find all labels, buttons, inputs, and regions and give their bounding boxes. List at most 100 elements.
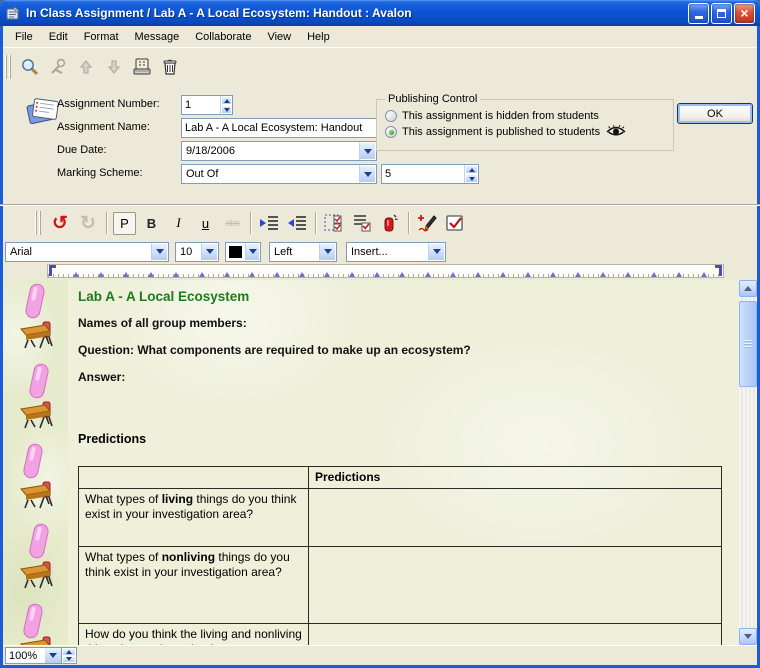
titlebar[interactable]: In Class Assignment / Lab A - A Local Ec…	[0, 0, 760, 26]
marking-out-of-spinner[interactable]	[381, 164, 479, 184]
bold-button[interactable]: B	[140, 212, 163, 235]
question-text: What types of	[85, 492, 162, 506]
underline-button[interactable]: u	[194, 212, 217, 235]
delete-button[interactable]	[158, 55, 182, 79]
scroll-up-icon[interactable]	[739, 280, 757, 297]
editor-toolbar-grip[interactable]	[35, 211, 42, 235]
menu-format[interactable]: Format	[76, 28, 127, 46]
assignment-name-field[interactable]	[181, 118, 377, 138]
magnifier-icon	[20, 57, 40, 77]
text-color-combo[interactable]	[225, 242, 261, 262]
table-question-cell[interactable]: What types of living things do you think…	[79, 489, 309, 547]
zoom-spin-buttons[interactable]	[62, 647, 77, 664]
move-up-button-disabled[interactable]	[74, 55, 98, 79]
toolbar-grip[interactable]	[5, 55, 12, 79]
ruler[interactable]	[3, 263, 757, 280]
window-title: In Class Assignment / Lab A - A Local Ec…	[26, 6, 686, 20]
annotate-button[interactable]	[415, 211, 439, 235]
right-margin-marker[interactable]	[715, 265, 722, 276]
menu-help[interactable]: Help	[299, 28, 338, 46]
close-icon: ×	[740, 6, 748, 20]
table-answer-cell[interactable]	[309, 489, 722, 547]
marking-out-of-input[interactable]	[382, 165, 464, 183]
assignment-name-input[interactable]	[182, 119, 376, 137]
move-down-button-disabled[interactable]	[102, 55, 126, 79]
menu-collaborate[interactable]: Collaborate	[187, 28, 259, 46]
redo-button-disabled[interactable]: ↻	[76, 211, 100, 235]
handout-page[interactable]: Lab A - A Local Ecosystem Names of all g…	[68, 280, 739, 645]
table-answer-cell[interactable]	[309, 547, 722, 624]
underline-label: u	[202, 216, 209, 231]
scroll-down-icon[interactable]	[739, 628, 757, 645]
insert-answer-area-button[interactable]	[322, 211, 346, 235]
font-family-combo[interactable]: Arial	[5, 242, 169, 262]
zoom-control[interactable]: 100%	[5, 647, 77, 664]
left-margin-marker[interactable]	[49, 265, 56, 276]
maximize-button[interactable]	[711, 3, 732, 24]
undo-button[interactable]: ↺	[48, 211, 72, 235]
table-header-predictions[interactable]: Predictions	[309, 467, 722, 489]
ok-button[interactable]: OK	[677, 103, 753, 124]
insert-combo[interactable]: Insert...	[346, 242, 446, 262]
font-size-dropdown-icon[interactable]	[201, 243, 218, 261]
spin-up-icon[interactable]	[62, 648, 76, 656]
menu-edit[interactable]: Edit	[41, 28, 76, 46]
table-question-cell[interactable]: What types of nonliving things do you th…	[79, 547, 309, 624]
spin-down-icon[interactable]	[465, 174, 478, 183]
radio-selected-icon[interactable]	[385, 126, 397, 138]
edit-button-disabled[interactable]	[46, 55, 70, 79]
handout-paragraph: Answer:	[78, 370, 125, 384]
alignment-combo[interactable]: Left	[269, 242, 337, 262]
text-color-dropdown-icon[interactable]	[245, 243, 260, 261]
paragraph-style-button[interactable]: P	[113, 212, 136, 235]
font-size-combo[interactable]: 10	[175, 242, 219, 262]
italic-button[interactable]: I	[167, 212, 190, 235]
spin-up-icon[interactable]	[221, 96, 232, 105]
handout-paragraph: Names of all group members:	[78, 316, 247, 330]
table-header-empty[interactable]	[79, 467, 309, 489]
eye-icon	[606, 125, 626, 138]
question-text: How do you think the living and nonlivin…	[85, 627, 302, 645]
strikethrough-button-disabled[interactable]: abc	[221, 212, 244, 235]
alignment-dropdown-icon[interactable]	[319, 243, 336, 261]
menu-message[interactable]: Message	[127, 28, 188, 46]
close-button[interactable]: ×	[734, 3, 755, 24]
due-date-combo[interactable]: 9/18/2006	[181, 141, 377, 161]
font-family-dropdown-icon[interactable]	[151, 243, 168, 261]
menu-bar: File Edit Format Message Collaborate Vie…	[3, 26, 757, 47]
text-color-swatch	[229, 246, 242, 258]
insert-multiple-choice-button[interactable]	[350, 211, 374, 235]
menu-view[interactable]: View	[259, 28, 299, 46]
spell-check-button[interactable]	[443, 211, 467, 235]
record-response-button[interactable]	[378, 211, 402, 235]
insert-dropdown-icon[interactable]	[428, 243, 445, 261]
assignment-number-spinner[interactable]	[181, 95, 233, 115]
scrollbar-thumb[interactable]	[739, 301, 757, 387]
table-question-cell[interactable]: How do you think the living and nonlivin…	[79, 624, 309, 646]
insert-value: Insert...	[347, 246, 392, 258]
table-answer-cell[interactable]	[309, 624, 722, 646]
publishing-option-published[interactable]: This assignment is published to students	[385, 125, 665, 138]
indent-button[interactable]	[257, 211, 281, 235]
assignment-number-spin-buttons[interactable]	[220, 96, 232, 114]
radio-unselected-icon[interactable]	[385, 110, 397, 122]
minimize-button[interactable]	[688, 3, 709, 24]
marking-out-of-spin-buttons[interactable]	[464, 165, 478, 183]
due-date-dropdown-icon[interactable]	[359, 142, 376, 160]
outdent-button[interactable]	[285, 211, 309, 235]
publishing-option-hidden[interactable]: This assignment is hidden from students	[385, 110, 665, 122]
trash-icon	[160, 57, 180, 77]
spin-down-icon[interactable]	[221, 105, 232, 114]
assignment-number-input[interactable]	[182, 96, 220, 114]
zoom-level-value: 100%	[5, 647, 45, 664]
zoom-dropdown-icon[interactable]	[45, 647, 62, 664]
marking-scheme-combo[interactable]: Out Of	[181, 164, 377, 184]
redo-icon: ↻	[80, 212, 96, 235]
menu-file[interactable]: File	[7, 28, 41, 46]
marking-scheme-dropdown-icon[interactable]	[359, 165, 376, 183]
spin-up-icon[interactable]	[465, 165, 478, 174]
preview-button[interactable]	[18, 55, 42, 79]
print-button[interactable]	[130, 55, 154, 79]
spin-down-icon[interactable]	[62, 656, 76, 664]
vertical-scrollbar[interactable]	[739, 280, 757, 645]
